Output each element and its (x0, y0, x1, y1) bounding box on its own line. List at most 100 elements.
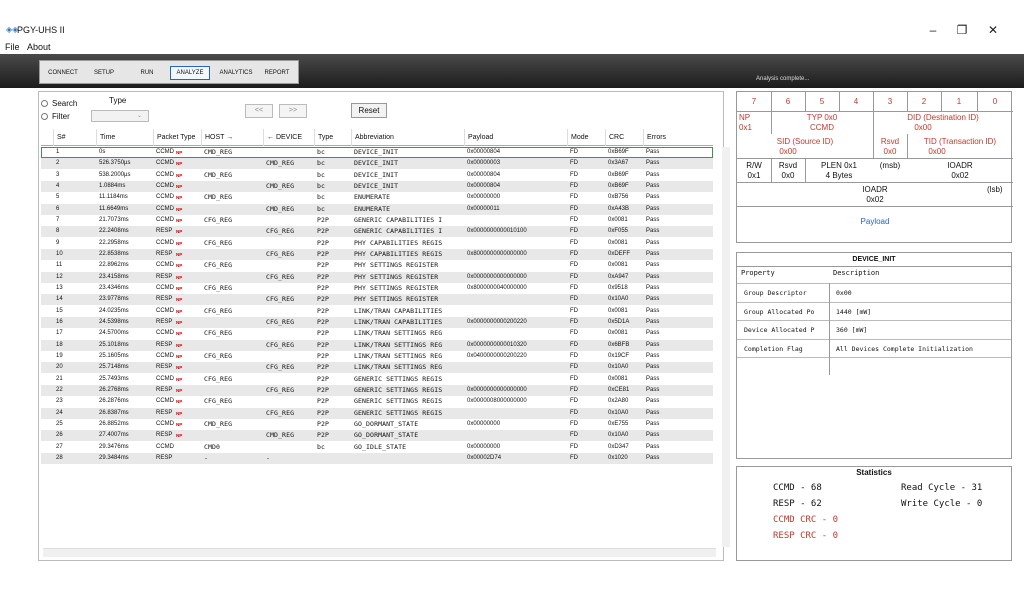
table-cell: CMD_REG (204, 419, 233, 428)
table-cell: 25.1605ms (99, 352, 129, 359)
col-errors[interactable]: Errors (643, 129, 713, 146)
bit-2: 2 (921, 97, 927, 106)
tab-analyze[interactable]: ANALYZE (170, 66, 210, 80)
table-cell: 24.0235ms (99, 307, 129, 314)
table-row[interactable]: 5 11.1184ms CCMD NP CMD_REG bc ENUMERATE 0x0000… (41, 192, 713, 203)
table-cell: GENERIC SETTINGS REGIS (354, 374, 443, 383)
table-cell: FD (570, 352, 578, 359)
plen-label: PLEN 0x1 (820, 161, 858, 170)
table-cell: 22.8962ms (99, 262, 129, 269)
filter-radio[interactable] (41, 113, 48, 120)
table-cell (464, 306, 567, 317)
table-row[interactable]: 23 26.2876ms CCMD NP CFG_REG P2P GENERIC SETTI… (41, 396, 713, 407)
minimize-button[interactable]: – (918, 20, 948, 40)
table-cell: FD (570, 307, 578, 314)
table-cell: Pass (646, 216, 660, 223)
table-row[interactable]: 13 23.4346ms CCMD NP CFG_REG P2P PHY SETTINGS … (41, 283, 713, 294)
search-radio[interactable] (41, 100, 48, 107)
table-cell: P2P (317, 408, 330, 417)
col-packet-type[interactable]: Packet Type (153, 129, 201, 146)
table-cell: FD (570, 330, 578, 337)
tab-analytics[interactable]: ANALYTICS (216, 66, 256, 80)
reset-button[interactable]: Reset (351, 103, 387, 118)
col-crc[interactable]: CRC (605, 129, 643, 146)
search-label: Search (52, 99, 78, 108)
table-row[interactable]: 21 25.7493ms CCMD NP CFG_REG P2P GENERIC SETTI… (41, 374, 713, 385)
table-cell (464, 294, 567, 305)
table-row[interactable]: 4 1.0884ms CCMD NP CMD_REG bc DEVICE_INIT 0x000… (41, 180, 713, 192)
table-row[interactable]: 24 26.8387ms RESP NP CFG_REG P2P GENERIC SETTI… (41, 407, 713, 419)
table-row[interactable]: 9 22.2958ms CCMD NP CFG_REG P2P PHY CAPABILITI… (41, 238, 713, 249)
table-cell: 22.2408ms (99, 228, 129, 235)
table-cell: 26.8387ms (99, 409, 129, 416)
table-row[interactable]: 2 526.3750µs CCMD NP CMD_REG bc DEVICE_INIT 0x0… (41, 158, 713, 170)
table-row[interactable]: 25 26.8852ms CCMD NP CMD_REG P2P GO_DORMANT_ST… (41, 419, 713, 430)
np-badge: NP (176, 172, 183, 178)
table-row[interactable]: 12 23.4158ms RESP NP CFG_REG P2P PHY SETTINGS … (41, 271, 713, 283)
table-row[interactable]: 11 22.8962ms CCMD NP CFG_REG P2P PHY SETTINGS … (41, 260, 713, 271)
table-row[interactable]: 8 22.2408ms RESP NP CFG_REG P2P GENERIC CAPABI… (41, 226, 713, 238)
table-row[interactable]: 7 21.7073ms CCMD NP CFG_REG P2P GENERIC CAPABI… (41, 215, 713, 226)
device-property: Completion Flag (744, 344, 803, 353)
menu-about[interactable]: About (27, 42, 51, 52)
table-row[interactable]: 14 23.9778ms RESP NP CFG_REG P2P PHY SETTINGS … (41, 294, 713, 306)
table-row[interactable]: 16 24.5398ms RESP NP CFG_REG P2P LINK/TRAN CAP… (41, 316, 713, 328)
table-cell: Pass (646, 432, 660, 439)
maximize-button[interactable]: ❐ (947, 20, 977, 40)
table-row[interactable]: 28 29.3484ms RESP - - 0x00002D74 FD 0x1020 Pass (41, 452, 713, 464)
col-payload[interactable]: Payload (464, 129, 567, 146)
table-row[interactable]: 1 0s CCMD NP CMD_REG bc DEVICE_INIT 0x00000804 F… (41, 147, 713, 158)
col-abbreviation[interactable]: Abbreviation (351, 129, 464, 146)
device-info-table: DEVICE_INIT Property Description Group D… (736, 252, 1012, 459)
col-host[interactable]: HOST → (201, 129, 263, 146)
menu-file[interactable]: File (5, 42, 20, 52)
prev-button[interactable]: << (245, 104, 273, 118)
table-row[interactable]: 18 25.1018ms RESP NP CFG_REG P2P LINK/TRAN SET… (41, 339, 713, 351)
col-type[interactable]: Type (314, 129, 351, 146)
table-cell (263, 192, 314, 203)
table-row[interactable]: 19 25.1605ms CCMD NP CFG_REG P2P LINK/TRAN SET… (41, 351, 713, 362)
table-cell (201, 385, 263, 396)
table-cell: CFG_REG (266, 385, 295, 394)
bit-7: 7 (751, 97, 757, 106)
table-row[interactable]: 15 24.0235ms CCMD NP CFG_REG P2P LINK/TRAN CAP… (41, 306, 713, 317)
horizontal-scrollbar[interactable] (43, 548, 716, 557)
table-row[interactable]: 6 11.6649ms CCMD NP CMD_REG bc ENUMERATE 0x0000… (41, 203, 713, 215)
table-cell (263, 442, 314, 453)
table-row[interactable]: 10 22.8538ms RESP NP CFG_REG P2P PHY CAPABILIT… (41, 248, 713, 260)
ioadr2-value: 0x02 (866, 195, 884, 204)
tab-setup[interactable]: SETUP (90, 66, 118, 80)
tab-connect[interactable]: CONNECT (45, 66, 81, 80)
col-sn[interactable]: S# (53, 129, 96, 146)
table-cell: Pass (646, 239, 660, 246)
table-cell: 0x0000000000010320 (467, 341, 527, 348)
type-select[interactable]: ⌄ (91, 110, 149, 122)
table-row[interactable]: 20 25.7148ms RESP NP CFG_REG P2P LINK/TRAN SET… (41, 362, 713, 374)
did-label: DID (Destination ID) (907, 113, 979, 122)
tab-run[interactable]: RUN (136, 66, 158, 80)
np-badge: NP (176, 365, 183, 371)
ccmd-crc-count: CCMD CRC - 0 (773, 515, 839, 525)
col-mode[interactable]: Mode (567, 129, 605, 146)
chevron-down-icon: ⌄ (136, 113, 142, 119)
table-cell: GENERIC CAPABILITIES I (354, 215, 443, 224)
table-row[interactable]: 27 29.3476ms CCMD CMD0 bc GO_IDLE_STATE 0x0000… (41, 442, 713, 453)
table-row[interactable]: 22 26.2768ms RESP NP CFG_REG P2P GENERIC SETTI… (41, 384, 713, 396)
col-device[interactable]: ← DEVICE (263, 129, 314, 146)
table-row[interactable]: 3 538.2000µs CCMD NP CMD_REG bc DEVICE_INIT 0x0… (41, 170, 713, 181)
table-row[interactable]: 26 27.4007ms RESP NP CMD_REG P2P GO_DORMANT_ST… (41, 430, 713, 442)
col-time[interactable]: Time (96, 129, 153, 146)
tab-report[interactable]: REPORT (261, 66, 293, 80)
table-cell: 0xA43B (608, 205, 630, 212)
table-header: S# Time Packet Type HOST → ← DEVICE Type… (41, 129, 713, 146)
next-button[interactable]: >> (279, 104, 307, 118)
table-cell: CFG_REG (266, 227, 295, 236)
table-cell: 0s (99, 149, 106, 155)
close-button[interactable]: ✕ (978, 20, 1008, 40)
table-cell: Pass (646, 182, 660, 189)
table-cell (201, 272, 263, 283)
table-cell: Pass (646, 149, 660, 155)
table-row[interactable]: 17 24.5700ms CCMD NP CFG_REG P2P LINK/TRAN SET… (41, 328, 713, 339)
vertical-scrollbar[interactable] (722, 147, 730, 547)
table-cell: Pass (646, 386, 660, 393)
